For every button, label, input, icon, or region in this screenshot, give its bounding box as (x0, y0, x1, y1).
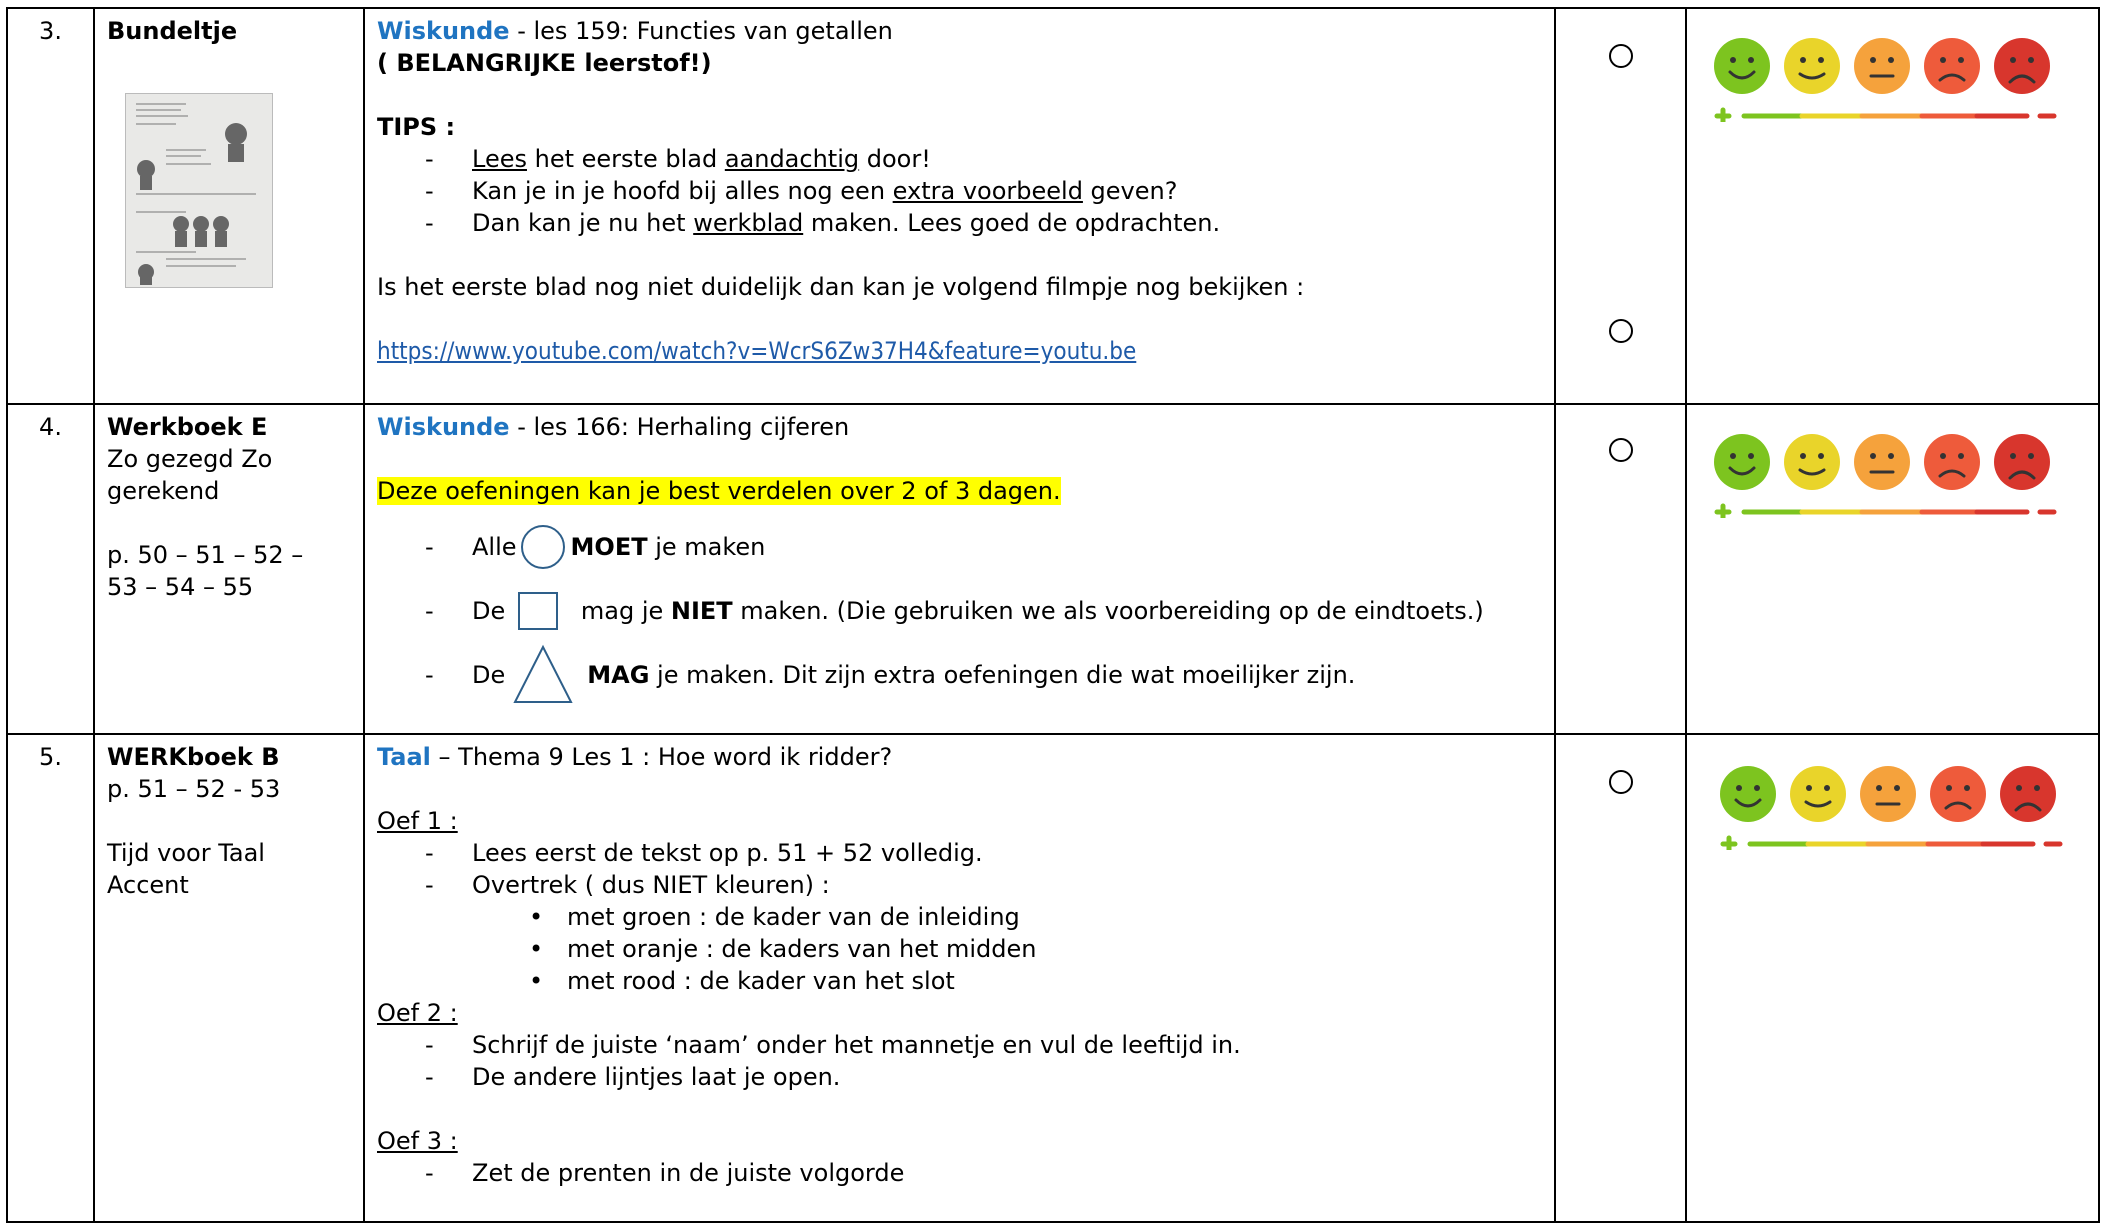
bullet-item: • met groen : de kader van de inleiding (529, 903, 1020, 931)
rating-cell (1685, 7, 2100, 405)
tip-item: - Dan kan je nu het werkblad maken. Lees … (425, 209, 1221, 237)
task-row: 5. WERKboek B p. 51 – 52 - 53 Tijd voor … (6, 733, 2100, 1223)
shape-instruction: - De MAG je maken. Dit zijn extra oefenin… (377, 643, 1542, 707)
source-line: Zo gezegd Zo (107, 445, 273, 473)
source-title: WERKboek B (107, 743, 280, 771)
lesson-title: - les 159: Functies van getallen (509, 17, 893, 45)
checkbox-cell (1554, 403, 1687, 735)
important-note: ( BELANGRIJKE leerstof!) (377, 49, 712, 77)
tip-item: - Lees het eerste blad aandachtig door! (425, 145, 931, 173)
source-line: p. 50 – 51 – 52 – (107, 541, 304, 569)
source-line: gerekend (107, 477, 220, 505)
task-number: 4. (6, 403, 95, 735)
empty-checkbox-circle-icon[interactable] (1609, 319, 1633, 343)
exercise-item: - Overtrek ( dus NIET kleuren) : (425, 871, 830, 899)
exercise-item: - De andere lijntjes laat je open. (425, 1063, 841, 1091)
empty-checkbox-circle-icon[interactable] (1609, 44, 1633, 68)
highlighted-note: Deze oefeningen kan je best verdelen ove… (377, 477, 1061, 505)
youtube-link[interactable]: https://www.youtube.com/watch?v=WcrS6Zw3… (377, 337, 1136, 365)
circle-shape-icon (520, 525, 565, 569)
exercise-item: - Schrijf de juiste ‘naam’ onder het mann… (425, 1031, 1241, 1059)
weekplan-table: 3. Bundeltje Wiskunde - les 159: Functie… (6, 7, 2100, 1223)
lesson-title: – Thema 9 Les 1 : Hoe word ik ridder? (430, 743, 893, 771)
exercise-label: Oef 2 : (377, 999, 458, 1027)
smiley-rating-scale-icon[interactable] (1718, 760, 2078, 850)
shape-instruction: - Alle MOET je maken (377, 515, 1542, 579)
exercise-item: - Lees eerst de tekst op p. 51 + 52 volle… (425, 839, 983, 867)
source-title: Werkboek E (107, 413, 268, 441)
video-note: Is het eerste blad nog niet duidelijk da… (377, 273, 1305, 301)
bullet-item: • met rood : de kader van het slot (529, 967, 955, 995)
rating-cell (1685, 403, 2100, 735)
square-shape-icon (518, 592, 559, 630)
exercise-label: Oef 1 : (377, 807, 458, 835)
shape-instruction: - De mag je NIET maken. (Die gebruiken we… (377, 579, 1542, 643)
subject-label: Wiskunde (377, 413, 510, 441)
task-row: 3. Bundeltje Wiskunde - les 159: Functie… (6, 7, 2100, 405)
bullet-item: • met oranje : de kaders van het midden (529, 935, 1037, 963)
source-cell: Werkboek E Zo gezegd Zo gerekend p. 50 –… (93, 403, 365, 735)
smiley-rating-scale-icon[interactable] (1712, 32, 2072, 122)
task-cell: Taal – Thema 9 Les 1 : Hoe word ik ridde… (363, 733, 1556, 1223)
source-line: Accent (107, 871, 189, 899)
lesson-title: - les 166: Herhaling cijferen (509, 413, 850, 441)
subject-label: Taal (377, 743, 431, 771)
task-number: 5. (6, 733, 95, 1223)
subject-label: Wiskunde (377, 17, 510, 45)
source-cell: Bundeltje (93, 7, 365, 405)
triangle-shape-icon (513, 644, 573, 703)
task-cell: Wiskunde - les 159: Functies van getalle… (363, 7, 1556, 405)
checkbox-cell (1554, 733, 1687, 1223)
exercise-label: Oef 3 : (377, 1127, 458, 1155)
source-line: Tijd voor Taal (107, 839, 265, 867)
rating-cell (1685, 733, 2100, 1223)
tip-item: - Kan je in je hoofd bij alles nog een ex… (425, 177, 1178, 205)
worksheet-thumbnail-image (125, 93, 273, 288)
task-row: 4. Werkboek E Zo gezegd Zo gerekend p. 5… (6, 403, 2100, 735)
source-line: 53 – 54 – 55 (107, 573, 254, 601)
empty-checkbox-circle-icon[interactable] (1609, 770, 1633, 794)
checkbox-cell (1554, 7, 1687, 405)
task-number: 3. (6, 7, 95, 405)
task-cell: Wiskunde - les 166: Herhaling cijferen D… (363, 403, 1556, 735)
source-line: p. 51 – 52 - 53 (107, 775, 281, 803)
empty-checkbox-circle-icon[interactable] (1609, 438, 1633, 462)
tips-label: TIPS : (377, 113, 456, 141)
exercise-item: - Zet de prenten in de juiste volgorde (425, 1159, 905, 1187)
smiley-rating-scale-icon[interactable] (1712, 428, 2072, 518)
source-title: Bundeltje (107, 17, 238, 45)
source-cell: WERKboek B p. 51 – 52 - 53 Tijd voor Taa… (93, 733, 365, 1223)
